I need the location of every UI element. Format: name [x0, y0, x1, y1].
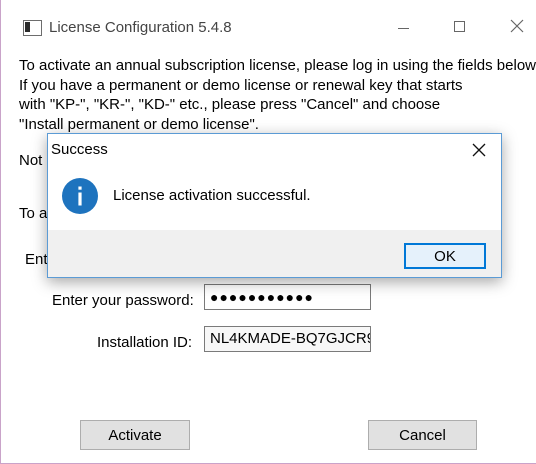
dialog-title: Success: [51, 141, 108, 158]
obscured-text: Not: [19, 152, 43, 169]
close-icon: [472, 143, 486, 157]
success-dialog: Success License activation successful. O…: [47, 133, 502, 278]
minimize-icon: [397, 27, 409, 29]
maximize-button[interactable]: [441, 12, 477, 40]
dialog-body: License activation successful.: [48, 166, 501, 230]
password-label: Enter your password:: [52, 292, 194, 309]
activate-button[interactable]: Activate: [80, 420, 190, 450]
intro-text-line: with "KP-", "KR-", "KD-" etc., please pr…: [19, 96, 441, 113]
window-titlebar[interactable]: License Configuration 5.4.8: [1, 0, 536, 40]
maximize-icon: [453, 20, 465, 32]
dialog-message: License activation successful.: [113, 187, 311, 204]
minimize-button[interactable]: [385, 12, 421, 40]
intro-text-line: If you have a permanent or demo license …: [19, 77, 463, 94]
dialog-close-button[interactable]: [468, 140, 490, 160]
installation-id-label: Installation ID:: [97, 334, 193, 351]
info-icon: [62, 178, 98, 214]
close-icon: [510, 19, 524, 33]
cancel-button[interactable]: Cancel: [368, 420, 477, 450]
obscured-label: Ent: [25, 251, 48, 268]
ok-button[interactable]: OK: [404, 243, 486, 269]
intro-text-line: "Install permanent or demo license".: [19, 116, 259, 133]
dialog-titlebar[interactable]: Success: [48, 134, 501, 166]
intro-text-line: To activate an annual subscription licen…: [19, 57, 536, 74]
installation-id-field[interactable]: NL4KMADE-BQ7GJCR9: [204, 326, 371, 352]
window-title: License Configuration 5.4.8: [49, 19, 232, 36]
password-field[interactable]: ●●●●●●●●●●●: [204, 284, 371, 310]
app-icon: [23, 20, 42, 36]
close-button[interactable]: [499, 12, 535, 40]
